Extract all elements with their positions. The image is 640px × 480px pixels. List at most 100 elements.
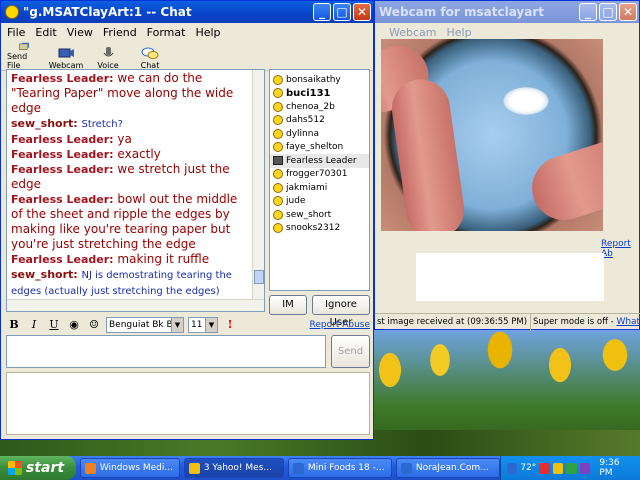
webcam-titlebar[interactable]: Webcam for msatclayart _ □ ✕	[375, 1, 639, 23]
smiley-icon	[273, 115, 283, 126]
task-label: 3 Yahoo! Mes...	[203, 463, 272, 473]
taskbar-task-button[interactable]: Mini Foods 18 -...	[287, 458, 392, 478]
taskbar-task-button[interactable]: 3 Yahoo! Mes...	[183, 458, 284, 478]
webcam-window-title: Webcam for msatclayart	[379, 5, 544, 19]
user-list-item[interactable]: bonsaikathy	[270, 73, 369, 87]
voice-button[interactable]: Voice	[91, 42, 125, 70]
user-list-item[interactable]: jude	[270, 195, 369, 209]
user-list-item[interactable]: faye_shelton	[270, 141, 369, 155]
webcam-window: Webcam for msatclayart _ □ ✕ Webcam Help…	[374, 0, 640, 331]
start-button[interactable]: start	[0, 456, 76, 480]
ie-icon	[400, 462, 412, 474]
maximize-button[interactable]: □	[599, 3, 617, 21]
message-speaker: Fearless Leader:	[11, 72, 114, 85]
close-button[interactable]: ✕	[619, 3, 637, 21]
color-palette-icon[interactable]: ◉	[66, 317, 82, 333]
task-label: Windows Medi...	[99, 463, 173, 473]
chat-messages: of the lettuce there's a number of thing…	[7, 70, 252, 299]
bold-button[interactable]: B	[6, 317, 22, 333]
yahoo-tray-icon[interactable]	[552, 462, 564, 474]
chat-message: Fearless Leader: making it ruffle	[11, 252, 248, 267]
system-tray: 72° 9:36 PM	[499, 456, 640, 480]
chat-log-hscrollbar[interactable]	[7, 299, 264, 311]
message-speaker: sew_short:	[11, 117, 78, 130]
chat-window: "g.MSATClayArt:1 -- Chat _ □ ✕ File Edit…	[0, 0, 374, 440]
scrollbar-thumb[interactable]	[254, 270, 264, 284]
alert-icon[interactable]: !	[222, 317, 238, 333]
font-select[interactable]: Benguiat Bk BT ▼	[106, 317, 184, 333]
chat-log[interactable]: of the lettuce there's a number of thing…	[6, 69, 265, 312]
close-button[interactable]: ✕	[353, 3, 371, 21]
menu-view[interactable]: View	[67, 26, 93, 39]
chat-titlebar[interactable]: "g.MSATClayArt:1 -- Chat _ □ ✕	[1, 1, 373, 23]
security-icon[interactable]	[579, 462, 591, 474]
webcam-report-abuse-link[interactable]: Report Ab	[601, 239, 639, 259]
media-icon	[84, 462, 96, 474]
user-list-item[interactable]: dahs512	[270, 114, 369, 128]
user-list-item[interactable]: dylinna	[270, 127, 369, 141]
report-abuse-link[interactable]: Report Abuse	[310, 320, 371, 330]
user-list-item[interactable]: sew_short	[270, 208, 369, 222]
menu-webcam[interactable]: Webcam	[389, 26, 437, 39]
webcam-finger	[388, 75, 468, 231]
user-list-item[interactable]: Fearless Leader	[270, 154, 369, 168]
taskbar-task-button[interactable]: Windows Medi...	[79, 458, 180, 478]
user-list-item[interactable]: chenoa_2b	[270, 100, 369, 114]
user-name: jude	[286, 196, 306, 207]
chat-message: Fearless Leader: we can do the "Tearing …	[11, 71, 248, 116]
menu-friend[interactable]: Friend	[103, 26, 137, 39]
send-file-button[interactable]: Send File	[7, 42, 41, 70]
user-list-item[interactable]: frogger70301	[270, 168, 369, 182]
im-button[interactable]: IM	[269, 295, 307, 315]
minimize-button[interactable]: _	[579, 3, 597, 21]
chat-message: Fearless Leader: exactly	[11, 147, 248, 162]
chat-log-scrollbar[interactable]	[252, 70, 264, 300]
user-name: buci131	[286, 87, 331, 99]
chat-button[interactable]: Chat	[133, 42, 167, 70]
send-file-icon	[19, 42, 29, 51]
webcam-finger	[523, 133, 603, 229]
weather-icon[interactable]	[506, 462, 518, 474]
send-button[interactable]: Send	[331, 335, 370, 368]
clock: 9:36 PM	[599, 458, 620, 478]
ignore-user-button[interactable]: Ignore User	[312, 295, 370, 328]
chat-window-title: "g.MSATClayArt:1 -- Chat	[23, 5, 192, 19]
smiley-icon	[273, 128, 283, 139]
chat-message: Fearless Leader: bowl out the middle of …	[11, 192, 248, 252]
user-name: sew_short	[286, 209, 332, 220]
message-input[interactable]	[6, 335, 326, 368]
menu-help[interactable]: Help	[447, 26, 472, 39]
message-text: ya	[117, 132, 132, 146]
user-name: dahs512	[286, 115, 325, 126]
network-icon[interactable]	[539, 462, 550, 474]
whats-this-link[interactable]: What's th	[616, 317, 640, 327]
maximize-button[interactable]: □	[333, 3, 351, 21]
user-list-item[interactable]: buci131	[270, 87, 369, 101]
minimize-button[interactable]: _	[313, 3, 331, 21]
taskbar-task-button[interactable]: NoraJean.Com...	[395, 458, 500, 478]
emoticon-icon[interactable]: ☺	[86, 317, 102, 333]
smiley-icon	[273, 209, 283, 220]
webcam-icon	[58, 48, 74, 58]
windows-logo-icon	[8, 461, 22, 475]
user-list[interactable]: bonsaikathy buci131 chenoa_2b dahs512 dylinn…	[269, 69, 370, 291]
volume-icon[interactable]	[566, 462, 577, 474]
italic-button[interactable]: I	[26, 317, 42, 333]
font-size-select[interactable]: 11 ▼	[188, 317, 218, 333]
image-received-status: st image received at (09:36:55 PM)	[375, 314, 531, 331]
compose-area[interactable]	[6, 372, 370, 435]
user-list-item[interactable]: snooks2312	[270, 222, 369, 236]
user-list-item[interactable]: jakmiami	[270, 181, 369, 195]
microphone-icon	[103, 47, 114, 57]
webcam-button[interactable]: Webcam	[49, 42, 83, 70]
user-name: chenoa_2b	[286, 101, 335, 112]
super-mode-status: Super mode is off - What's th	[531, 314, 640, 331]
user-name: faye_shelton	[286, 142, 344, 153]
message-speaker: Fearless Leader:	[11, 193, 114, 206]
menu-help[interactable]: Help	[195, 26, 220, 39]
menu-format[interactable]: Format	[147, 26, 186, 39]
menu-file[interactable]: File	[7, 26, 25, 39]
smiley-icon	[273, 169, 283, 180]
underline-button[interactable]: U	[46, 317, 62, 333]
menu-edit[interactable]: Edit	[35, 26, 56, 39]
